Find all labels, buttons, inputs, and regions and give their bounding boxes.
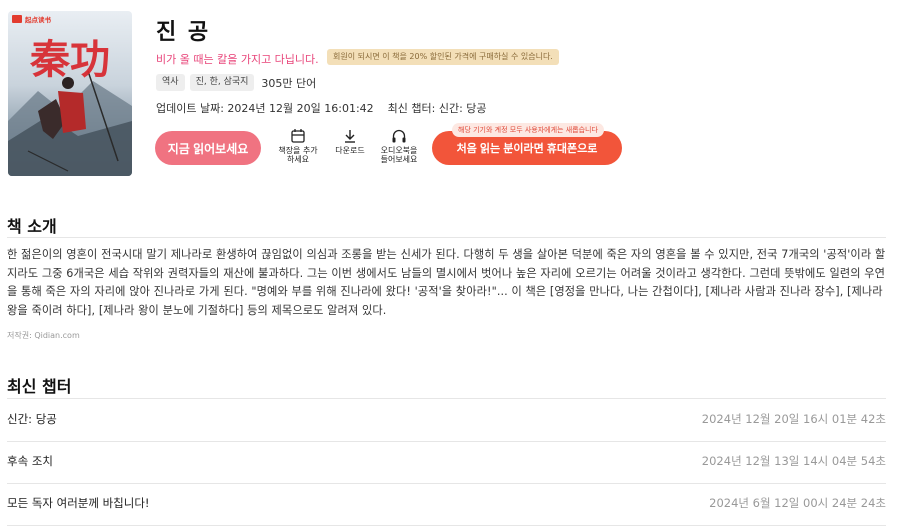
cover-illustration: 起点读书 秦功 bbox=[8, 15, 132, 176]
chapter-name[interactable]: 모든 독자 여러분께 바칩니다! bbox=[7, 495, 150, 511]
app-note-badge: 해당 기기와 계정 모두 사용자에게는 새롭습니다 bbox=[452, 123, 604, 137]
latest-chapter-info: 최신 챕터: 신간: 당공 bbox=[387, 102, 487, 115]
book-meta: 업데이트 날짜: 2024년 12월 20일 16:01:42 최신 챕터: 신… bbox=[156, 100, 487, 116]
download-label: 다운로드 bbox=[335, 146, 365, 155]
word-count: 305만 단어 bbox=[261, 76, 317, 90]
download-button[interactable]: 다운로드 bbox=[330, 128, 370, 155]
copyright-text: 저작권: Qidian.com bbox=[7, 331, 80, 340]
row-divider bbox=[7, 525, 886, 526]
audiobook-label: 오디오북을 들어보세요 bbox=[380, 146, 418, 164]
intro-text: 한 젊은이의 영혼이 전국시대 말기 제나라로 환생하여 끊임없이 의심과 조롱… bbox=[7, 248, 886, 317]
tag-genre[interactable]: 역사 bbox=[156, 74, 185, 91]
chapter-name[interactable]: 후속 조치 bbox=[7, 453, 53, 469]
publisher-logo-text: 起点读书 bbox=[24, 15, 52, 24]
chapter-time: 2024년 6월 12일 00시 24분 24초 bbox=[709, 496, 886, 510]
chapter-row[interactable]: 신간: 당공 2024년 12월 20일 16시 01분 42초 bbox=[7, 399, 886, 441]
cover-title-art: 秦功 bbox=[30, 36, 110, 83]
bookshelf-icon bbox=[291, 129, 305, 143]
update-date: 업데이트 날짜: 2024년 12월 20일 16:01:42 bbox=[156, 102, 374, 115]
headphones-icon bbox=[392, 129, 406, 143]
promo-badge: 회원이 되시면 이 책을 20% 할인된 가격에 구매하실 수 있습니다. bbox=[327, 49, 559, 65]
add-to-shelf-button[interactable]: 책장을 추가하세요 bbox=[278, 128, 318, 164]
chapter-time: 2024년 12월 13일 14시 04분 54초 bbox=[701, 454, 886, 468]
chapter-row[interactable]: 후속 조치 2024년 12월 13일 14시 04분 54초 bbox=[7, 441, 886, 483]
chapter-row[interactable]: 모든 독자 여러분께 바칩니다! 2024년 6월 12일 00시 24분 24… bbox=[7, 483, 886, 525]
tag-list: 역사 진, 한, 삼국지 305만 단어 bbox=[156, 74, 316, 91]
chapter-name[interactable]: 신간: 당공 bbox=[7, 411, 57, 427]
add-to-shelf-label: 책장을 추가하세요 bbox=[278, 146, 318, 164]
download-icon bbox=[345, 130, 355, 143]
intro-heading: 책 소개 bbox=[7, 217, 57, 236]
chapters-heading: 최신 챕터 bbox=[7, 377, 72, 396]
publisher-logo-icon bbox=[12, 15, 22, 23]
read-now-button[interactable]: 지금 읽어보세요 bbox=[155, 131, 261, 165]
tag-subgenre[interactable]: 진, 한, 삼국지 bbox=[189, 74, 255, 91]
intro-divider bbox=[7, 237, 886, 238]
book-title: 진 공 bbox=[156, 20, 211, 45]
book-tagline: 비가 올 때는 칼을 가지고 다닙니다. bbox=[156, 53, 319, 66]
book-cover[interactable]: 起点读书 秦功 bbox=[8, 11, 132, 176]
chapter-time: 2024년 12월 20일 16시 01분 42초 bbox=[701, 412, 886, 426]
audiobook-button[interactable]: 오디오북을 들어보세요 bbox=[379, 128, 419, 164]
